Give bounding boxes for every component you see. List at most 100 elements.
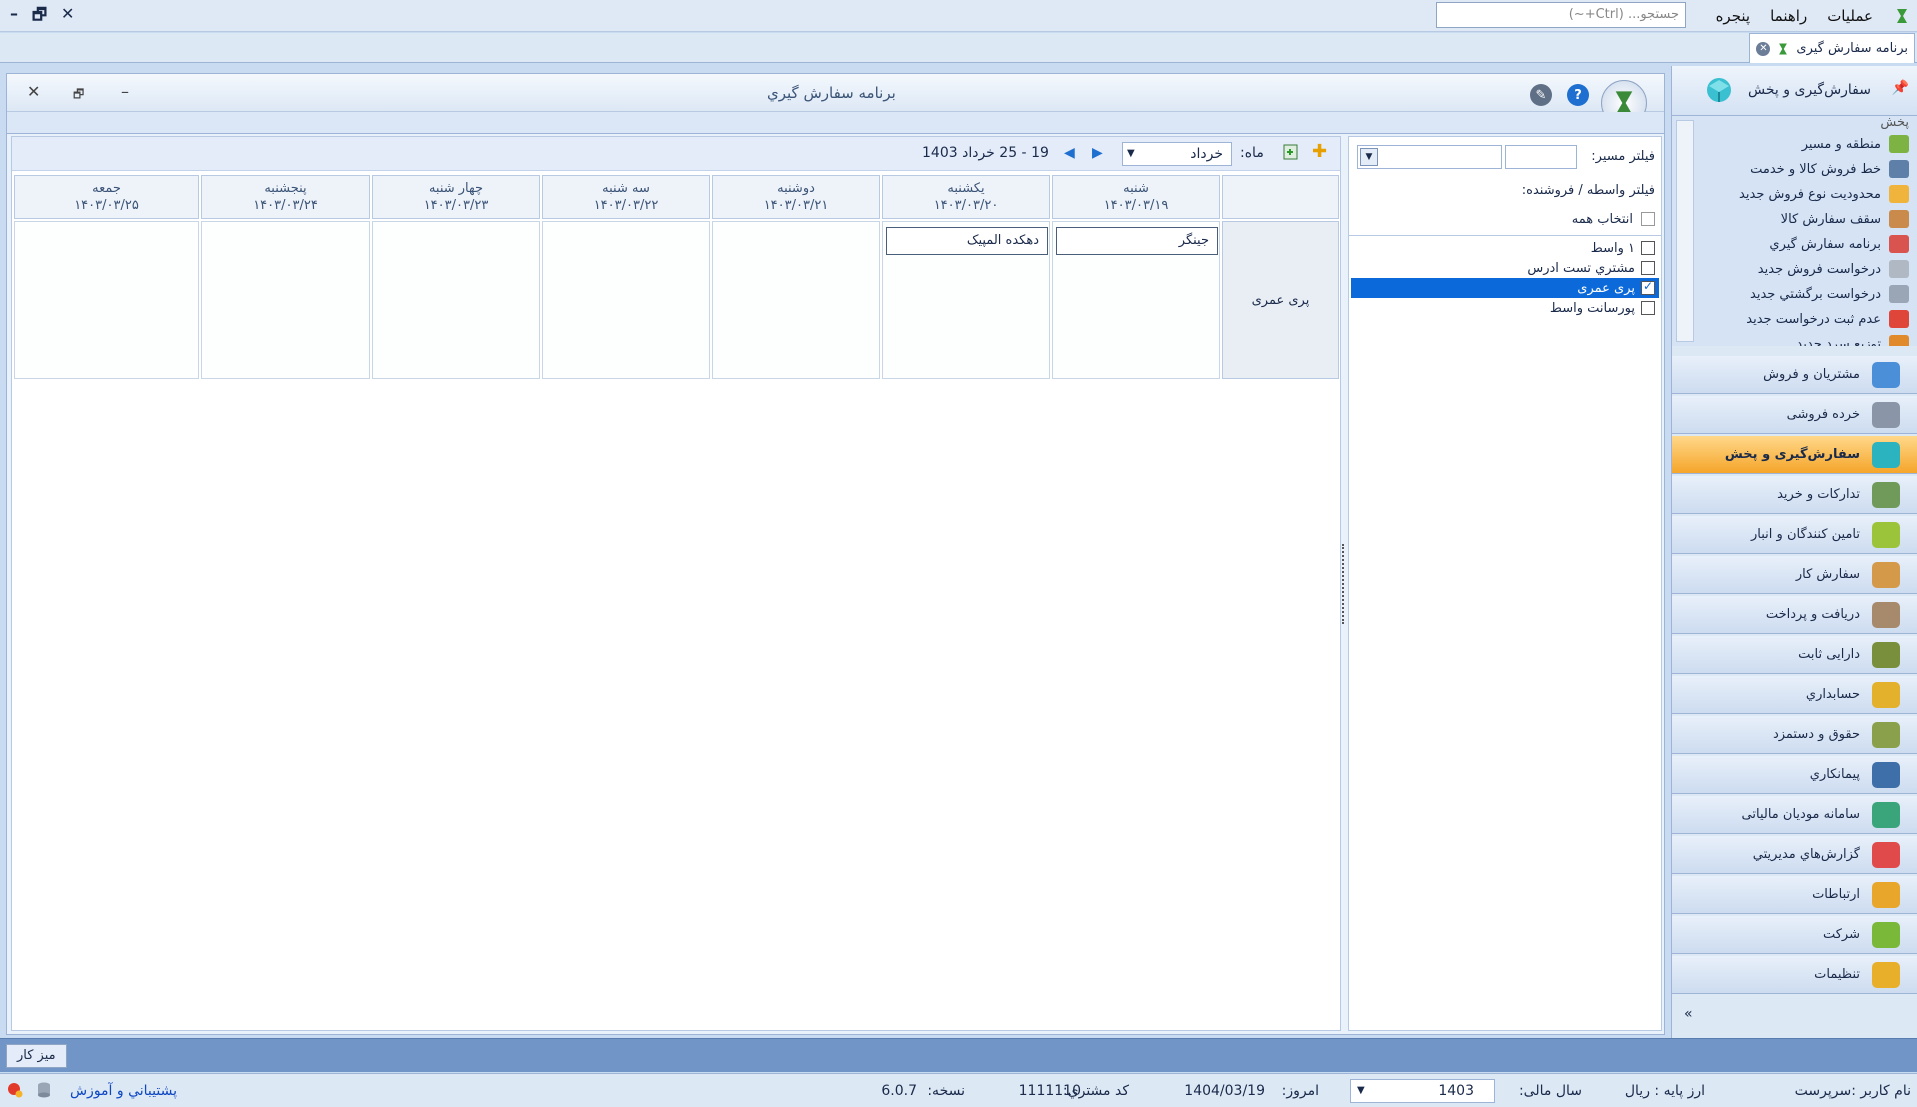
sub-nav-region-route[interactable]: منطقه و مسير: [1802, 132, 1909, 156]
sub-nav-no-request[interactable]: عدم ثبت درخواست جديد: [1746, 307, 1909, 331]
nav-retail[interactable]: خرده فروشی: [1672, 396, 1917, 434]
add-icon[interactable]: ✚: [1312, 141, 1327, 162]
nav-label: خرده فروشی: [1786, 407, 1860, 422]
menu-window[interactable]: پنجره: [1706, 7, 1761, 25]
panel-splitter[interactable]: [1342, 544, 1346, 624]
navigation-pane: 📌 سفارش‌گیری و پخش پخش منطقه و مسير خط ف…: [1671, 66, 1917, 1038]
nav-customers-sales[interactable]: مشتریان و فروش: [1672, 356, 1917, 394]
nav-settings[interactable]: تنظیمات: [1672, 956, 1917, 994]
status-currency: ارز پايه : ريال: [1624, 1083, 1705, 1099]
weekly-calendar: ✚ ماه: خرداد ▼ ▶ ◀ 19 - 25 خرداد 1403 پر…: [11, 136, 1341, 1031]
taskbar: ميز کار: [0, 1038, 1917, 1072]
fiscal-year-value: 1403: [1438, 1083, 1474, 1099]
menu-operations[interactable]: عملیات: [1817, 7, 1883, 25]
day-cell-wed[interactable]: [372, 221, 540, 379]
route-filter-input[interactable]: [1505, 145, 1577, 169]
order-program-window: ✕ 🗗 – برنامه سفارش گيري ✎ ? ✚ ماه: خرداد…: [6, 73, 1665, 1035]
minimize-icon[interactable]: –: [121, 82, 129, 101]
day-header-thu: پنجشنبه ۱۴۰۳/۰۳/۲۴: [201, 175, 370, 219]
nav-work-order[interactable]: سفارش کار: [1672, 556, 1917, 594]
help-icon[interactable]: ?: [1567, 84, 1589, 106]
search-input[interactable]: جستجو... (Ctrl+~): [1436, 2, 1686, 28]
nav-tax-system[interactable]: سامانه مودیان مالیاتی: [1672, 796, 1917, 834]
day-name: دوشنبه: [777, 181, 815, 196]
sub-nav-sales-limit[interactable]: محدوديت نوع فروش جديد: [1739, 182, 1909, 206]
nav-communications[interactable]: ارتباطات: [1672, 876, 1917, 914]
next-week-button[interactable]: ▶: [1092, 145, 1103, 161]
tab-order-program[interactable]: برنامه سفارش گیری ✕: [1749, 33, 1915, 63]
window-subbar: [7, 112, 1664, 134]
day-cell-thu[interactable]: [201, 221, 370, 379]
expand-icon[interactable]: »: [1684, 1006, 1693, 1022]
item-checkbox-checked[interactable]: [1641, 279, 1655, 295]
minimize-icon[interactable]: –: [10, 4, 18, 31]
nav-label: تنظیمات: [1814, 967, 1860, 982]
month-select[interactable]: خرداد ▼: [1122, 142, 1232, 166]
day-date: ۱۴۰۳/۰۳/۲۱: [763, 198, 829, 213]
order-entry-sun[interactable]: دهکده المپیک: [886, 227, 1048, 255]
day-name: سه شنبه: [602, 181, 650, 196]
list-item[interactable]: پورسانت واسط: [1351, 298, 1659, 318]
nav-payroll[interactable]: حقوق و دستمزد: [1672, 716, 1917, 754]
desktop-button[interactable]: ميز کار: [6, 1044, 67, 1068]
route-filter-select[interactable]: ▼: [1357, 145, 1502, 169]
day-cell-tue[interactable]: [542, 221, 710, 379]
sub-nav-new-return-request[interactable]: درخواست برگشتي جديد: [1750, 282, 1909, 306]
document-icon: [1889, 260, 1909, 278]
route-filter-label: فیلتر مسیر:: [1591, 149, 1655, 164]
restore-icon[interactable]: 🗗: [73, 85, 84, 106]
fiscal-year-select[interactable]: 1403 ▼: [1350, 1079, 1495, 1103]
sub-nav-label: توزيع سرد جديد: [1796, 336, 1881, 347]
today-label: امروز:: [1281, 1083, 1319, 1099]
nav-procurement[interactable]: تدارکات و خرید: [1672, 476, 1917, 514]
item-label: مشتري تست ادرس: [1527, 260, 1635, 276]
sub-nav-scrollbar[interactable]: [1676, 120, 1694, 342]
list-item-selected[interactable]: پری عمری: [1351, 278, 1659, 298]
nav-company[interactable]: شرکت: [1672, 916, 1917, 954]
add-document-icon[interactable]: [1282, 143, 1300, 165]
sub-nav-sales-line[interactable]: خط فروش کالا و خدمت: [1750, 157, 1909, 181]
nav-fixed-assets[interactable]: دارایی ثابت: [1672, 636, 1917, 674]
item-checkbox[interactable]: [1641, 241, 1655, 255]
close-icon[interactable]: ✕: [27, 82, 40, 101]
item-checkbox[interactable]: [1641, 301, 1655, 315]
status-user: نام کاربر :سرپرست: [1794, 1083, 1911, 1099]
nav-suppliers-warehouse[interactable]: تامین کنندگان و انبار: [1672, 516, 1917, 554]
select-all-row[interactable]: انتخاب همه: [1351, 209, 1659, 229]
select-all-checkbox[interactable]: [1641, 212, 1655, 226]
order-entry-sat[interactable]: جینگر: [1056, 227, 1218, 255]
restore-icon[interactable]: 🗗: [32, 4, 47, 31]
day-header-sat: شنبه ۱۴۰۳/۰۳/۱۹: [1052, 175, 1220, 219]
sub-nav-new-sales-request[interactable]: درخواست فروش جديد: [1758, 257, 1909, 281]
pin-icon[interactable]: 📌: [1892, 80, 1909, 96]
settings-icon[interactable]: ✎: [1530, 84, 1552, 106]
sub-nav-order-program[interactable]: برنامه سفارش گيري: [1769, 232, 1909, 256]
nav-contracting[interactable]: پیمانکاري: [1672, 756, 1917, 794]
status-bar: نام کاربر :سرپرست ارز پايه : ريال سال ما…: [0, 1073, 1917, 1107]
prev-week-button[interactable]: ◀: [1064, 145, 1075, 161]
day-name: شنبه: [1123, 181, 1149, 196]
nav-header-title: سفارش‌گیری و پخش: [1748, 82, 1871, 98]
nav-management-reports[interactable]: گزارش‌هاي مديريتي: [1672, 836, 1917, 874]
day-cell-fri[interactable]: [14, 221, 199, 379]
list-item[interactable]: ۱ واسط: [1351, 238, 1659, 258]
day-cell-mon[interactable]: [712, 221, 880, 379]
alert-icon: [1889, 310, 1909, 328]
sub-nav-order-cap[interactable]: سقف سفارش کالا: [1781, 207, 1909, 231]
globe-icon: [1872, 761, 1900, 788]
sub-nav-cold-distribution[interactable]: توزيع سرد جديد: [1796, 332, 1909, 346]
nav-order-distribution[interactable]: سفارش‌گیری و پخش: [1672, 436, 1917, 474]
nav-accounting[interactable]: حسابداري: [1672, 676, 1917, 714]
tab-label: برنامه سفارش گیری: [1796, 41, 1908, 56]
notification-icon[interactable]: [6, 1081, 24, 1103]
nav-receipts-payments[interactable]: دریافت و پرداخت: [1672, 596, 1917, 634]
list-item[interactable]: مشتري تست ادرس: [1351, 258, 1659, 278]
close-icon[interactable]: ✕: [61, 4, 74, 31]
tab-close-icon[interactable]: ✕: [1756, 41, 1771, 56]
payroll-icon: [1872, 721, 1900, 748]
agent-filter-label: فیلتر واسطه / فروشنده:: [1521, 183, 1655, 198]
support-link[interactable]: پشتيباني و آموزش: [70, 1083, 177, 1099]
menu-help[interactable]: راهنما: [1760, 7, 1817, 25]
item-checkbox[interactable]: [1641, 261, 1655, 275]
nav-label: تامین کنندگان و انبار: [1751, 527, 1860, 542]
